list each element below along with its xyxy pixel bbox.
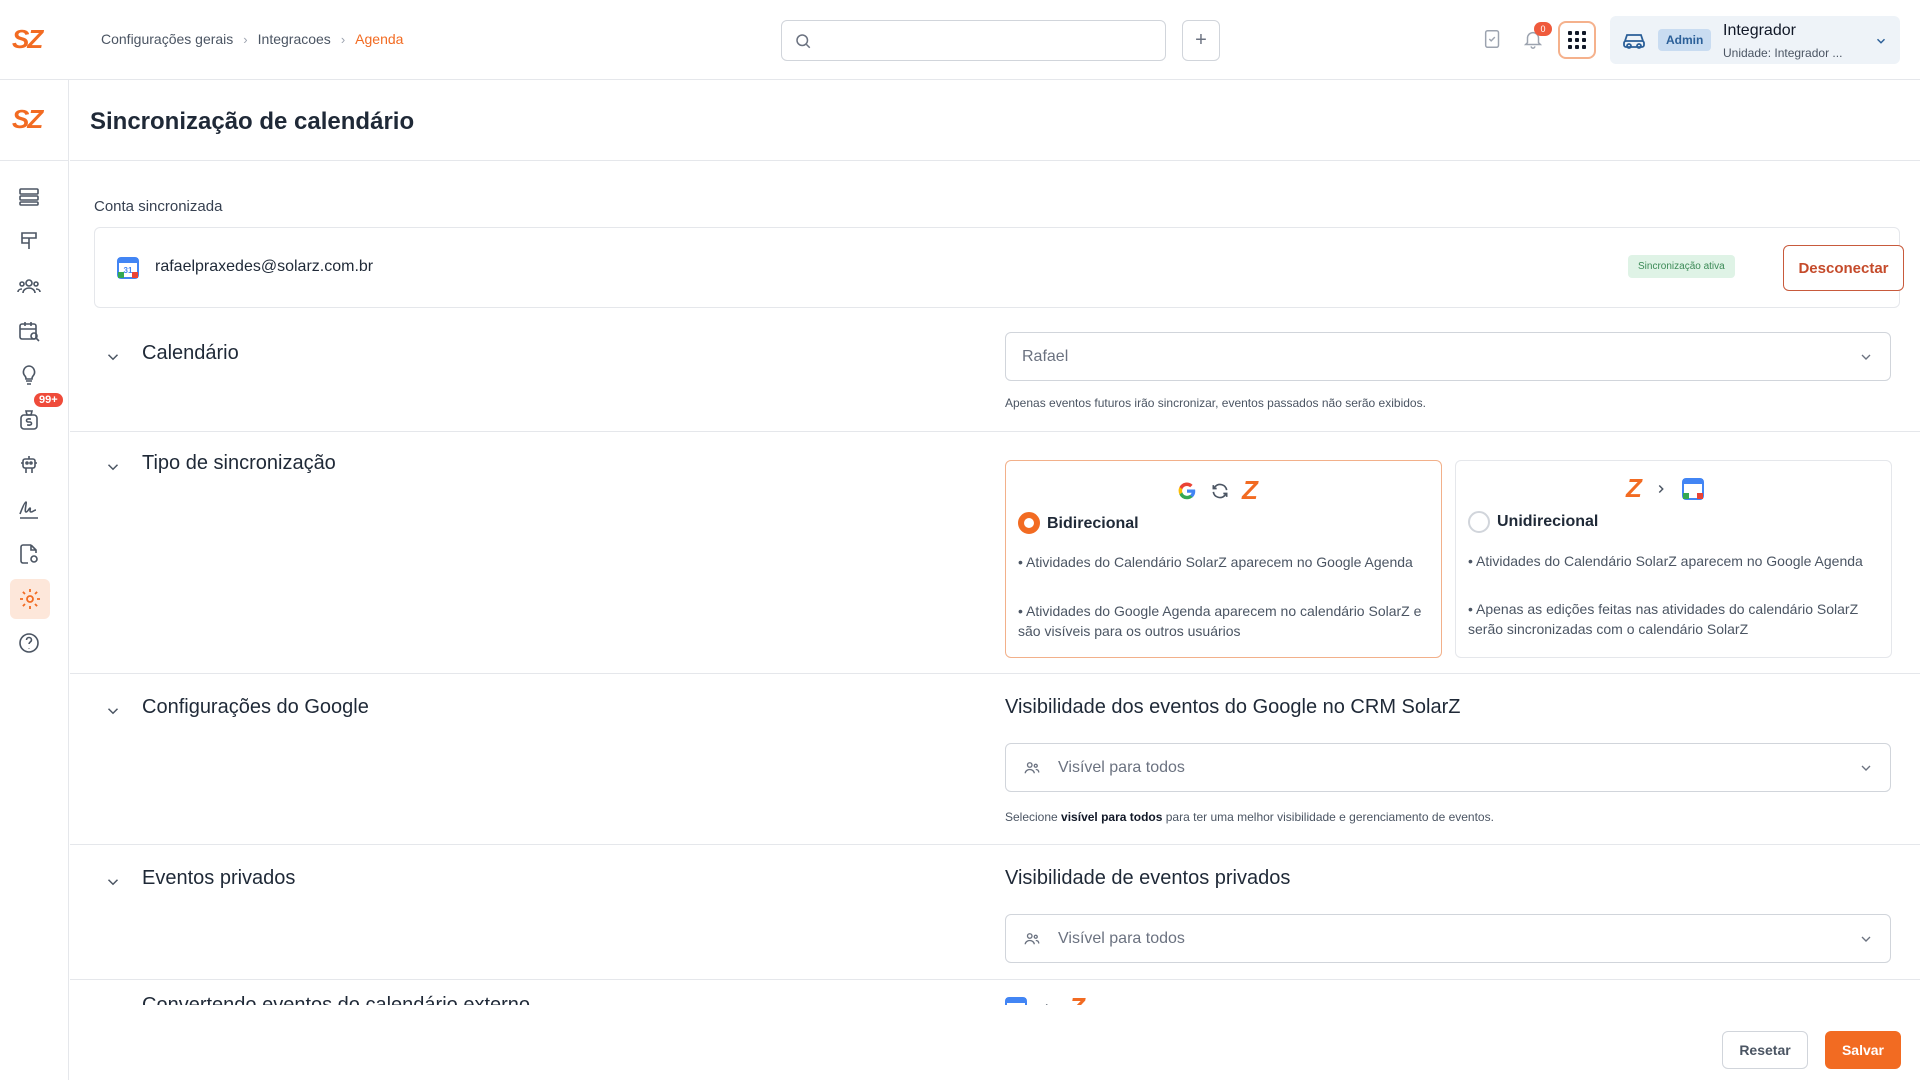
sync-type-section: Tipo de sincronização Z Bidirecional • A… [70,442,1920,674]
google-visibility-title: Visibilidade dos eventos do Google no CR… [1005,696,1461,718]
robot-icon[interactable] [15,451,43,479]
account-email: rafaelpraxedes@solarz.com.br [155,258,374,275]
chevron-down-icon [1861,354,1871,360]
notification-badge: 0 [1534,22,1552,36]
user-unit: Unidade: Integrador ... [1723,46,1843,60]
google-visibility-hint: Selecione visível para todos para ter um… [1005,810,1494,824]
calendar-section: Calendário Rafael Apenas eventos futuros… [70,332,1920,432]
main-content: Conta sincronizada 31 rafaelpraxedes@sol… [70,162,1920,1005]
chevron-right-icon [1658,484,1664,493]
help-icon[interactable] [15,629,43,657]
footer-actions: Resetar Salvar [70,1005,1920,1080]
status-badge: Sincronização ativa [1628,255,1735,278]
svg-text:31: 31 [124,266,133,275]
calendar-select[interactable]: Rafael [1005,332,1891,381]
select-value: Visível para todos [1058,930,1185,947]
calendar-hint: Apenas eventos futuros irão sincronizar,… [1005,396,1426,410]
user-name: Integrador [1723,22,1796,39]
notification-count-badge: 99+ [34,393,63,407]
money-bag-icon[interactable] [15,406,43,434]
option-bullet: • Atividades do Calendário SolarZ aparec… [1018,554,1413,570]
solarz-logo[interactable]: SZ [12,24,43,55]
users-icon [1024,762,1040,774]
option-label: Unidirecional [1497,513,1599,530]
google-calendar-icon: 31 [117,257,139,279]
user-menu[interactable]: Admin Integrador Unidade: Integrador ... [1610,16,1900,64]
synced-account-card: 31 rafaelpraxedes@solarz.com.br Sincroni… [94,227,1904,308]
private-events-section: Eventos privados Visibilidade de eventos… [70,845,1920,980]
add-button[interactable]: + [1182,20,1220,61]
option-bullet: • Apenas as edições feitas nas atividade… [1468,601,1859,637]
disconnect-button[interactable]: Desconectar [1783,245,1904,291]
private-visibility-title: Visibilidade de eventos privados [1005,867,1291,889]
section-title: Eventos privados [142,867,296,889]
section-title: Configurações do Google [142,696,369,718]
top-bar: SZ Configurações gerais › Integracoes › … [0,0,1920,80]
google-calendar-icon [1005,996,1027,1005]
breadcrumb-item-integracoes[interactable]: Integracoes [258,31,331,47]
save-button[interactable]: Salvar [1825,1031,1901,1069]
solarz-z-icon: Z [1069,992,1085,1005]
search-icon [796,34,811,49]
select-value: Visível para todos [1058,759,1185,776]
chevron-down-icon[interactable] [104,458,122,476]
breadcrumb-item-configuracoes[interactable]: Configurações gerais [101,31,233,47]
page-header: Sincronização de calendário [70,81,1920,161]
solarz-logo[interactable]: SZ [12,104,43,135]
sidebar-header: SZ [0,80,68,161]
chevron-down-icon[interactable] [104,348,122,366]
google-icon [1178,482,1196,499]
breadcrumb: Configurações gerais › Integracoes › Age… [101,31,403,47]
calendar-search-icon[interactable] [15,317,43,345]
users-icon [1024,933,1040,945]
signature-icon[interactable] [15,495,43,523]
unidirectional-diagram: Z [1626,473,1704,504]
reset-button[interactable]: Resetar [1722,1031,1808,1069]
section-title: Convertendo eventos do calendário extern… [142,994,531,1005]
option-bullet: • Atividades do Google Agenda aparecem n… [1018,603,1422,639]
chevron-right-icon: › [340,31,346,47]
section-title: Calendário [142,342,239,364]
users-icon[interactable] [15,272,43,300]
solarz-z-icon: Z [1242,475,1258,505]
solarz-z-icon: Z [1626,473,1642,503]
radio-bidirectional[interactable] [1018,512,1040,534]
breadcrumb-item-agenda: Agenda [355,31,404,47]
sync-icon [1212,483,1228,498]
option-label: Bidirecional [1047,515,1139,532]
tasks-icon[interactable] [1482,28,1504,50]
list-icon[interactable] [15,183,43,211]
search-input[interactable] [781,20,1166,61]
chevron-right-icon: › [243,31,248,47]
google-calendar-icon [1681,477,1704,500]
select-value: Rafael [1022,348,1069,365]
chevron-down-icon[interactable] [104,702,122,720]
chevron-down-icon [1861,936,1871,942]
sidebar: SZ 99+ [0,80,69,1080]
sync-option-unidirectional[interactable]: Z Unidirecional • Atividades do Calendár… [1455,460,1892,658]
gear-icon[interactable] [10,579,50,619]
radio-unidirectional[interactable] [1468,511,1490,533]
converting-events-section: Convertendo eventos do calendário extern… [70,980,1920,1005]
private-visibility-select[interactable]: Visível para todos [1005,914,1891,963]
document-settings-icon[interactable] [15,540,43,568]
chevron-down-icon [1861,765,1871,771]
google-visibility-select[interactable]: Visível para todos [1005,743,1891,792]
apps-grid-button[interactable] [1558,21,1596,59]
option-bullet: • Atividades do Calendário SolarZ aparec… [1468,553,1863,569]
role-badge: Admin [1658,29,1712,51]
converting-diagram: Z [1005,992,1085,1005]
chevron-down-icon [1876,38,1886,44]
section-title: Tipo de sincronização [142,452,336,474]
signpost-icon[interactable] [15,227,43,255]
google-settings-section: Configurações do Google Visibilidade dos… [70,674,1920,845]
car-icon [1623,34,1645,49]
lightbulb-icon[interactable] [15,361,43,389]
sync-option-bidirectional[interactable]: Z Bidirecional • Atividades do Calendári… [1005,460,1442,658]
synced-account-label: Conta sincronizada [94,198,223,215]
chevron-down-icon[interactable] [104,873,122,891]
page-title: Sincronização de calendário [90,108,415,135]
bidirectional-diagram: Z [1176,475,1258,506]
